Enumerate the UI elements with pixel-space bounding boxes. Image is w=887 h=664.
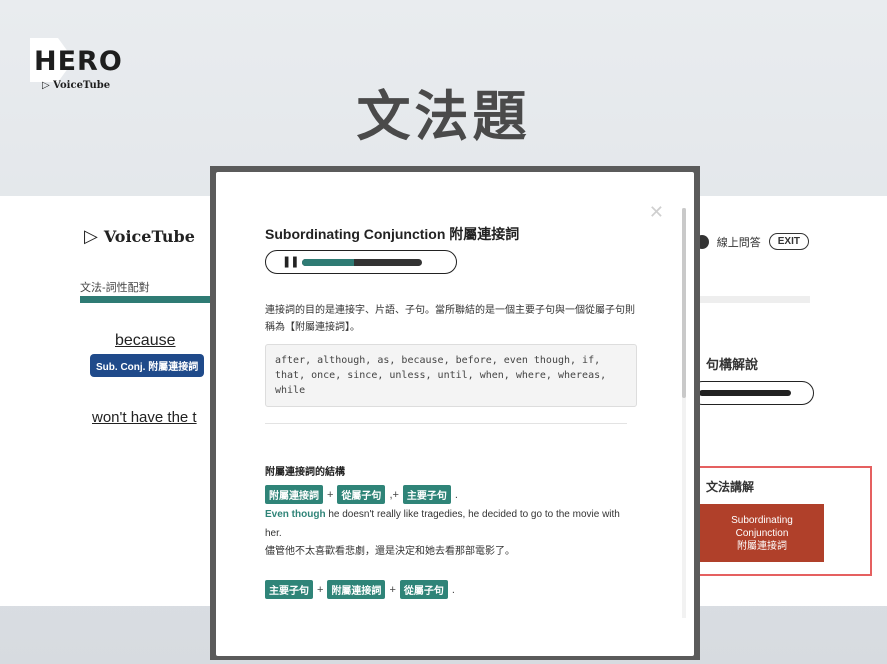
qa-label[interactable]: 線上問答 bbox=[717, 234, 761, 250]
scrollbar[interactable] bbox=[682, 208, 686, 618]
slide-title: 文法題 bbox=[356, 85, 531, 148]
plus-sign: + bbox=[389, 583, 396, 596]
example-sentence-zh: 儘管他不太喜歡看悲劇，還是決定和她去看那部電影了。 bbox=[265, 546, 515, 557]
chip-main-clause: 主要子句 bbox=[402, 485, 451, 504]
keyword-tag[interactable]: Sub. Conj. 附屬連接詞 bbox=[90, 354, 205, 377]
sentence-audio-player[interactable] bbox=[690, 381, 814, 405]
structure-title: 附屬連接詞的結構 bbox=[265, 467, 345, 478]
structure-formula-1: 附屬連接詞 + 從屬子句 ,+ 主要子句 . bbox=[265, 485, 458, 504]
comma-plus-sign: ,+ bbox=[389, 488, 399, 501]
grammar-modal: ✕ Subordinating Conjunction 附屬連接詞 ❚❚ 連接詞… bbox=[216, 172, 694, 656]
period: . bbox=[454, 488, 458, 501]
sentence-explain-label: 句構解說 bbox=[706, 357, 759, 372]
example-highlight: Even though bbox=[265, 509, 326, 520]
structure-formula-2: 主要子句 + 附屬連接詞 + 從屬子句 . bbox=[265, 580, 455, 599]
chip-sub-conj: 附屬連接詞 bbox=[327, 580, 386, 599]
plus-sign: + bbox=[317, 583, 324, 596]
chip-main-clause: 主要子句 bbox=[265, 580, 313, 599]
sentence-fragment[interactable]: won't have the t bbox=[92, 409, 212, 426]
top-right-controls: 線上問答 EXIT bbox=[694, 233, 809, 250]
audio-track[interactable] bbox=[302, 259, 422, 266]
divider bbox=[265, 423, 627, 424]
chip-sub-conj: 附屬連接詞 bbox=[265, 485, 323, 504]
sentence-audio-track[interactable] bbox=[699, 390, 791, 396]
grammar-label: 文法講解 bbox=[706, 480, 755, 494]
period: . bbox=[451, 583, 455, 596]
intro-text: 連接詞的目的是連接字、片語、子句。當所聯結的是一個主要子句與一個從屬子句則稱為【… bbox=[265, 305, 635, 333]
lesson-progress-fill bbox=[80, 296, 219, 303]
modal-title: Subordinating Conjunction 附屬連接詞 bbox=[265, 226, 520, 242]
keyword[interactable]: because bbox=[115, 332, 176, 350]
scrollbar-thumb[interactable] bbox=[682, 208, 686, 398]
play-logo-icon: ▷ bbox=[84, 226, 98, 247]
exit-button[interactable]: EXIT bbox=[768, 233, 809, 250]
grammar-card-button[interactable]: Subordinating Conjunction 附屬連接詞 bbox=[700, 504, 824, 562]
chip-sub-clause: 從屬子句 bbox=[337, 485, 386, 504]
grammar-section: 文法講解 Subordinating Conjunction 附屬連接詞 bbox=[690, 466, 872, 576]
breadcrumb: 文法-詞性配對 bbox=[80, 282, 150, 294]
conjunction-list: after, although, as, because, before, ev… bbox=[265, 344, 637, 407]
plus-sign: + bbox=[327, 488, 334, 501]
example-sentence-en: Even though he doesn't really like trage… bbox=[265, 509, 620, 539]
voicetube-logo[interactable]: ▷ VoiceTube bbox=[84, 226, 195, 247]
audio-played-fill bbox=[302, 259, 354, 266]
audio-player[interactable]: ❚❚ bbox=[265, 250, 457, 274]
pause-icon[interactable]: ❚❚ bbox=[282, 255, 299, 268]
close-icon[interactable]: ✕ bbox=[649, 202, 664, 223]
chip-sub-clause: 從屬子句 bbox=[399, 580, 448, 599]
